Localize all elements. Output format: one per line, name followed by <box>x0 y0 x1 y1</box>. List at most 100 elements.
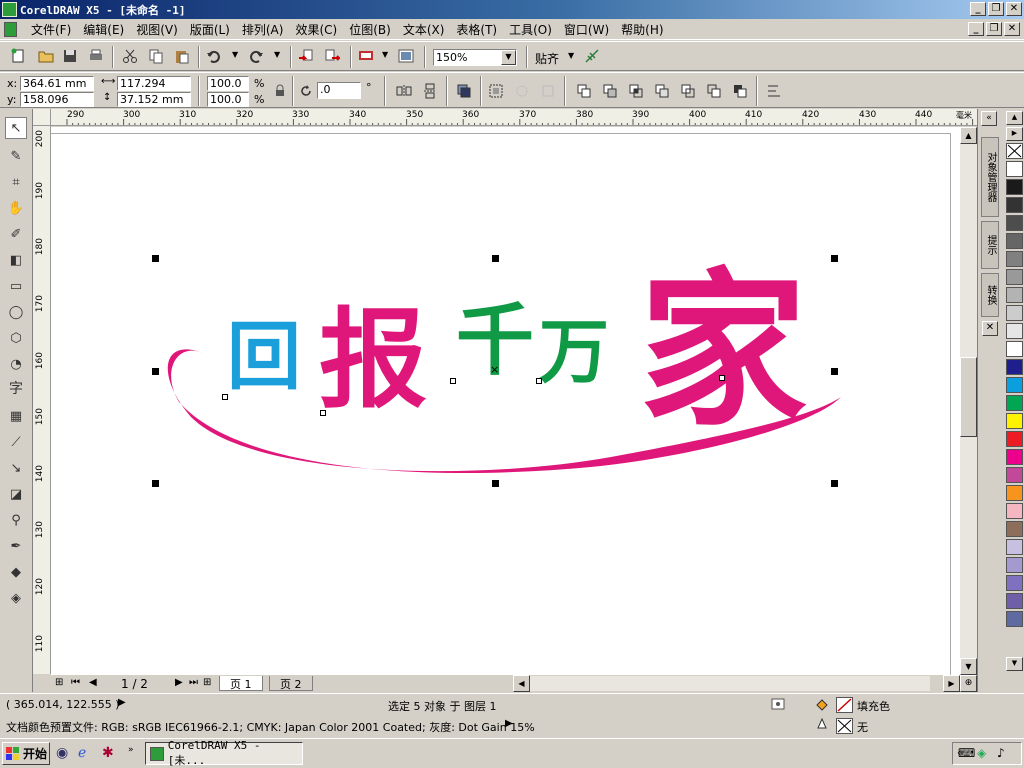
fill-color-swatch[interactable] <box>836 697 853 713</box>
connector-tool-icon[interactable]: ↘ <box>5 457 27 479</box>
ellipse-tool-icon[interactable]: ◯ <box>5 301 27 323</box>
selection-handle-mr[interactable] <box>831 368 838 375</box>
palette-swatch[interactable] <box>1006 575 1023 591</box>
smart-fill-tool-icon[interactable]: ◧ <box>5 249 27 271</box>
artwork-char-jia[interactable]: 家 <box>639 263 807 438</box>
screen-icon[interactable] <box>771 698 785 710</box>
palette-swatch[interactable] <box>1006 611 1023 627</box>
redo-dropdown-icon[interactable]: ▼ <box>274 50 280 59</box>
color-profile-info[interactable]: 文档颜色预置文件: RGB: sRGB IEC61966-2.1; CMYK: … <box>6 719 535 735</box>
palette-swatch[interactable] <box>1006 323 1023 339</box>
selection-handle-br[interactable] <box>831 480 838 487</box>
palette-swatch[interactable] <box>1006 539 1023 555</box>
polygon-tool-icon[interactable]: ⬡ <box>5 327 27 349</box>
shape-tool-icon[interactable]: ✎ <box>5 145 27 167</box>
menu-edit[interactable]: 编辑(E) <box>83 21 124 38</box>
options-icon[interactable] <box>584 48 600 64</box>
zoom-dropdown-button[interactable]: ▼ <box>501 50 516 65</box>
new-document-icon[interactable] <box>10 48 26 64</box>
menu-file[interactable]: 文件(F) <box>31 21 71 38</box>
intersect-icon[interactable] <box>628 83 644 99</box>
vertical-ruler[interactable]: 200 190 180 170 160 150 140 130 120 110 <box>33 126 51 674</box>
menu-help[interactable]: 帮助(H) <box>621 21 663 38</box>
palette-swatch[interactable] <box>1006 215 1023 231</box>
dimension-tool-icon[interactable]: ⟋ <box>5 431 27 453</box>
interactive-effects-tool-icon[interactable]: ◪ <box>5 483 27 505</box>
x-position-field[interactable]: 364.61 mm <box>20 76 94 91</box>
export-icon[interactable] <box>324 48 340 64</box>
ungroup-icon[interactable] <box>514 83 530 99</box>
scroll-down-button[interactable]: ▼ <box>960 658 977 675</box>
basic-shapes-tool-icon[interactable]: ◔ <box>5 353 27 375</box>
align-distribute-icon[interactable] <box>766 83 782 99</box>
paste-icon[interactable] <box>174 48 190 64</box>
palette-swatch[interactable] <box>1006 161 1023 177</box>
quicklaunch-more-icon[interactable]: » <box>128 745 134 755</box>
lock-ratio-icon[interactable] <box>272 83 288 99</box>
palette-menu-icon[interactable]: ▶ <box>1006 127 1023 141</box>
import-icon[interactable] <box>298 48 314 64</box>
outline-color-swatch[interactable] <box>836 718 853 734</box>
minimize-button[interactable]: _ <box>970 2 986 16</box>
copy-icon[interactable] <box>148 48 164 64</box>
taskbar-coreldraw-button[interactable]: CorelDRAW X5 - [未... <box>145 739 303 767</box>
docker-close-button[interactable]: ✕ <box>982 321 998 336</box>
palette-swatch[interactable] <box>1006 431 1023 447</box>
menu-text[interactable]: 文本(X) <box>403 21 445 38</box>
width-field[interactable]: 117.294 mm <box>117 76 191 103</box>
artwork-char-hui[interactable]: 回 <box>227 317 301 397</box>
palette-swatch[interactable] <box>1006 359 1023 375</box>
doc-minimize-button[interactable]: _ <box>968 22 984 36</box>
tray-network-icon[interactable]: ◈ <box>977 746 986 760</box>
palette-swatch[interactable] <box>1006 197 1023 213</box>
y-position-field[interactable]: 158.096 mm <box>20 92 94 119</box>
profile-arrow-icon[interactable]: ▶ <box>505 718 513 729</box>
palette-scroll-up-icon[interactable]: ▲ <box>1006 111 1023 125</box>
menu-table[interactable]: 表格(T) <box>456 21 497 38</box>
palette-swatch[interactable] <box>1006 179 1023 195</box>
menu-effects[interactable]: 效果(C) <box>295 21 337 38</box>
selection-handle-tc[interactable] <box>492 255 499 262</box>
ruler-origin[interactable] <box>33 109 51 126</box>
undo-dropdown-icon[interactable]: ▼ <box>232 50 238 59</box>
next-page-icon[interactable]: ▶ <box>175 677 183 688</box>
selection-handle-bc[interactable] <box>492 480 499 487</box>
object-node[interactable] <box>719 375 725 381</box>
redo-icon[interactable] <box>248 48 264 64</box>
tab-transform[interactable]: 转换 <box>981 273 999 317</box>
mirror-vertical-icon[interactable] <box>422 83 438 99</box>
scroll-up-button[interactable]: ▲ <box>960 127 977 144</box>
palette-swatch[interactable] <box>1006 305 1023 321</box>
table-tool-icon[interactable]: ▦ <box>5 405 27 427</box>
document-icon[interactable] <box>4 21 17 37</box>
add-page-before-icon[interactable]: ⊞ <box>55 677 63 688</box>
palette-swatch[interactable] <box>1006 467 1023 483</box>
cut-icon[interactable] <box>122 48 138 64</box>
fill-tool-icon[interactable]: ◆ <box>5 561 27 583</box>
selection-handle-tr[interactable] <box>831 255 838 262</box>
docker-collapse-icon[interactable]: « <box>981 111 997 126</box>
back-minus-front-icon[interactable] <box>706 83 722 99</box>
palette-swatch[interactable] <box>1006 557 1023 573</box>
mirror-horizontal-icon[interactable] <box>396 83 412 99</box>
start-button[interactable]: 开始 <box>2 742 50 765</box>
palette-swatch[interactable] <box>1006 449 1023 465</box>
doc-restore-button[interactable]: ❐ <box>986 22 1002 36</box>
selection-handle-ml[interactable] <box>152 368 159 375</box>
palette-swatch[interactable] <box>1006 233 1023 249</box>
doc-close-button[interactable]: ✕ <box>1004 22 1020 36</box>
menu-bitmaps[interactable]: 位图(B) <box>349 21 391 38</box>
create-boundary-icon[interactable] <box>732 83 748 99</box>
front-minus-back-icon[interactable] <box>680 83 696 99</box>
quicklaunch-ie-icon[interactable]: ℯ <box>78 745 86 761</box>
object-node[interactable] <box>222 394 228 400</box>
freehand-tool-icon[interactable]: ✐ <box>5 223 27 245</box>
pan-tool-icon[interactable]: ✋ <box>5 197 27 219</box>
menu-arrange[interactable]: 排列(A) <box>242 21 284 38</box>
palette-swatch[interactable] <box>1006 503 1023 519</box>
add-page-after-icon[interactable]: ⊞ <box>203 677 211 688</box>
horizontal-scroll-track[interactable] <box>530 676 930 691</box>
trim-icon[interactable] <box>602 83 618 99</box>
coreldraw-app-icon[interactable] <box>2 2 17 17</box>
application-launcher-icon[interactable] <box>358 48 374 64</box>
